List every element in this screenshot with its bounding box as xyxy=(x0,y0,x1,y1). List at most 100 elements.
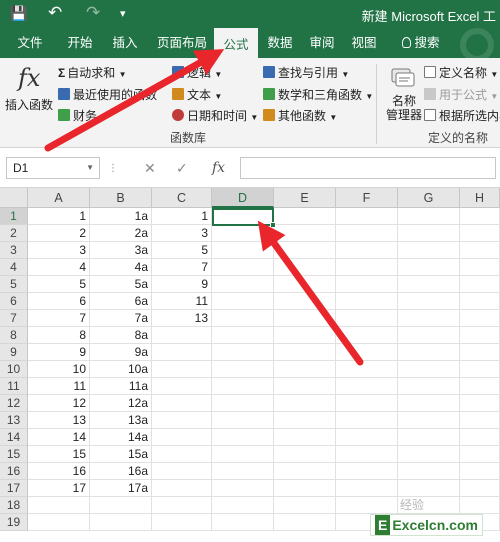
cell-c14[interactable] xyxy=(152,429,212,446)
cell-b17[interactable]: 17a xyxy=(90,480,152,497)
cell-a19[interactable] xyxy=(28,514,90,531)
cell-h10[interactable] xyxy=(460,361,500,378)
cell-g9[interactable] xyxy=(398,344,460,361)
cell-h12[interactable] xyxy=(460,395,500,412)
cell-h9[interactable] xyxy=(460,344,500,361)
chevron-down-icon[interactable]: ▼ xyxy=(86,158,94,178)
cell-d10[interactable] xyxy=(212,361,274,378)
cell-d8[interactable] xyxy=(212,327,274,344)
cell-c17[interactable] xyxy=(152,480,212,497)
cell-f4[interactable] xyxy=(336,259,398,276)
cell-h2[interactable] xyxy=(460,225,500,242)
cell-b13[interactable]: 13a xyxy=(90,412,152,429)
row-header-17[interactable]: 17 xyxy=(0,480,28,497)
column-header-c[interactable]: C xyxy=(152,188,212,208)
redo-icon[interactable]: ↷ xyxy=(86,3,100,23)
cancel-icon[interactable]: ✕ xyxy=(144,160,156,177)
cell-c19[interactable] xyxy=(152,514,212,531)
recent-functions-button[interactable]: 最近使用的函数 xyxy=(58,86,157,103)
cell-a14[interactable]: 14 xyxy=(28,429,90,446)
name-box[interactable]: D1 ▼ xyxy=(6,157,100,179)
cell-f7[interactable] xyxy=(336,310,398,327)
cell-d3[interactable] xyxy=(212,242,274,259)
cell-c2[interactable]: 3 xyxy=(152,225,212,242)
row-header-4[interactable]: 4 xyxy=(0,259,28,276)
cell-b11[interactable]: 11a xyxy=(90,378,152,395)
cell-h16[interactable] xyxy=(460,463,500,480)
row-header-9[interactable]: 9 xyxy=(0,344,28,361)
cell-g4[interactable] xyxy=(398,259,460,276)
more-functions-button[interactable]: 其他函数 ▼ xyxy=(263,107,337,124)
cell-h6[interactable] xyxy=(460,293,500,310)
cell-f15[interactable] xyxy=(336,446,398,463)
row-header-10[interactable]: 10 xyxy=(0,361,28,378)
cell-g13[interactable] xyxy=(398,412,460,429)
cell-a3[interactable]: 3 xyxy=(28,242,90,259)
cell-h7[interactable] xyxy=(460,310,500,327)
cell-f1[interactable] xyxy=(336,208,398,225)
cell-d19[interactable] xyxy=(212,514,274,531)
tab-file[interactable]: 文件 xyxy=(10,28,50,58)
cell-c4[interactable]: 7 xyxy=(152,259,212,276)
cell-a17[interactable]: 17 xyxy=(28,480,90,497)
select-all-button[interactable] xyxy=(0,188,28,208)
column-header-d[interactable]: D xyxy=(212,188,274,208)
cell-e3[interactable] xyxy=(274,242,336,259)
cell-a4[interactable]: 4 xyxy=(28,259,90,276)
cell-e18[interactable] xyxy=(274,497,336,514)
cell-a8[interactable]: 8 xyxy=(28,327,90,344)
cell-d5[interactable] xyxy=(212,276,274,293)
text-button[interactable]: 文本 ▼ xyxy=(172,86,222,103)
row-header-2[interactable]: 2 xyxy=(0,225,28,242)
cell-b14[interactable]: 14a xyxy=(90,429,152,446)
cell-a11[interactable]: 11 xyxy=(28,378,90,395)
lookup-reference-button[interactable]: 查找与引用 ▼ xyxy=(263,64,349,81)
row-header-16[interactable]: 16 xyxy=(0,463,28,480)
cell-d2[interactable] xyxy=(212,225,274,242)
cell-b7[interactable]: 7a xyxy=(90,310,152,327)
cell-c5[interactable]: 9 xyxy=(152,276,212,293)
cell-e17[interactable] xyxy=(274,480,336,497)
cell-h17[interactable] xyxy=(460,480,500,497)
row-header-14[interactable]: 14 xyxy=(0,429,28,446)
cell-d4[interactable] xyxy=(212,259,274,276)
formula-input[interactable] xyxy=(240,157,496,179)
cell-c11[interactable] xyxy=(152,378,212,395)
cell-c18[interactable] xyxy=(152,497,212,514)
cell-e19[interactable] xyxy=(274,514,336,531)
cell-c8[interactable] xyxy=(152,327,212,344)
cell-g2[interactable] xyxy=(398,225,460,242)
tab-page-layout[interactable]: 页面布局 xyxy=(150,28,214,58)
tab-view[interactable]: 视图 xyxy=(346,28,382,58)
cell-f18[interactable] xyxy=(336,497,398,514)
cell-a18[interactable] xyxy=(28,497,90,514)
cell-h1[interactable] xyxy=(460,208,500,225)
cell-c7[interactable]: 13 xyxy=(152,310,212,327)
cell-e9[interactable] xyxy=(274,344,336,361)
cell-g11[interactable] xyxy=(398,378,460,395)
cell-e16[interactable] xyxy=(274,463,336,480)
cell-h4[interactable] xyxy=(460,259,500,276)
tab-review[interactable]: 审阅 xyxy=(304,28,340,58)
cell-c3[interactable]: 5 xyxy=(152,242,212,259)
column-header-a[interactable]: A xyxy=(28,188,90,208)
column-header-g[interactable]: G xyxy=(398,188,460,208)
cell-a7[interactable]: 7 xyxy=(28,310,90,327)
cell-d7[interactable] xyxy=(212,310,274,327)
tab-home[interactable]: 开始 xyxy=(60,28,100,58)
cell-g8[interactable] xyxy=(398,327,460,344)
cell-a2[interactable]: 2 xyxy=(28,225,90,242)
cell-d14[interactable] xyxy=(212,429,274,446)
row-header-18[interactable]: 18 xyxy=(0,497,28,514)
drag-handle-icon[interactable]: ⋮ xyxy=(108,163,118,174)
cell-d6[interactable] xyxy=(212,293,274,310)
cell-g6[interactable] xyxy=(398,293,460,310)
cell-f6[interactable] xyxy=(336,293,398,310)
cell-b16[interactable]: 16a xyxy=(90,463,152,480)
create-from-selection-button[interactable]: 根据所选内容 xyxy=(424,107,500,124)
cell-f8[interactable] xyxy=(336,327,398,344)
cell-h3[interactable] xyxy=(460,242,500,259)
cell-b6[interactable]: 6a xyxy=(90,293,152,310)
cell-d18[interactable] xyxy=(212,497,274,514)
tab-formulas[interactable]: 公式 xyxy=(214,28,258,58)
